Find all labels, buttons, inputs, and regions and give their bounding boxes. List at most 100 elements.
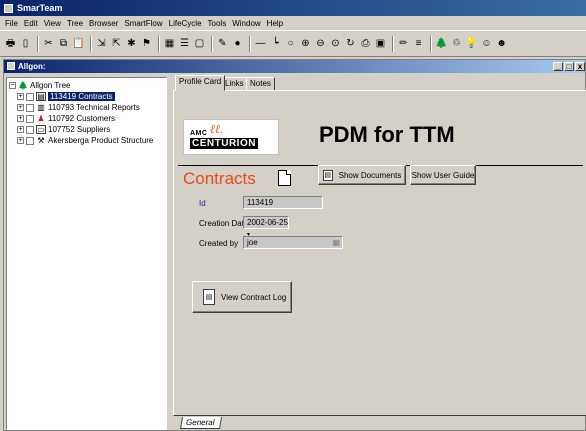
release-icon[interactable]: ✱ — [125, 37, 138, 50]
new-document-icon[interactable]: ▯ — [19, 37, 32, 50]
toolbar-separator — [37, 35, 39, 52]
user-icon[interactable]: ☺ — [480, 37, 493, 50]
tree-item-label[interactable]: 113419 Contracts — [48, 92, 115, 101]
grid-icon[interactable]: ▦ — [163, 37, 176, 50]
tree-item-checkbox[interactable] — [26, 92, 34, 101]
show-documents-button[interactable]: ▤ Show Documents — [318, 165, 406, 185]
edit-icon[interactable]: ✎ — [216, 37, 229, 50]
menu-lifecycle[interactable]: LifeCycle — [166, 19, 205, 28]
app-title: SmarTeam — [17, 3, 63, 13]
properties-icon[interactable]: ▣ — [374, 37, 387, 50]
creation-date-field[interactable]: 2002-06-25 ▾ — [243, 216, 289, 238]
menu-tools[interactable]: Tools — [205, 19, 230, 28]
pencil-icon[interactable]: ✏ — [397, 37, 410, 50]
child-window-title: Allgon: — [18, 62, 46, 71]
id-label: Id — [199, 199, 206, 208]
tab-general[interactable]: General — [179, 417, 223, 429]
toolbar-separator — [158, 35, 160, 52]
close-button[interactable]: x — [575, 62, 585, 71]
cut-icon[interactable]: ✂ — [42, 37, 55, 50]
centurion-logo: ℓℓ. AMC CENTURION — [183, 119, 279, 155]
menu-smartflow[interactable]: SmartFlow — [121, 19, 165, 28]
lifecycle-icon[interactable]: ♲ — [450, 37, 463, 50]
expand-icon[interactable]: + — [17, 115, 24, 122]
section-title: Contracts — [183, 169, 256, 188]
zoom-fit-icon[interactable]: ⊙ — [329, 37, 342, 50]
tree-item-technical-reports[interactable]: + ▥ 110793 Technical Reports — [17, 102, 140, 113]
tree-item-product-structure[interactable]: + ⚒ Akersberga Product Structure — [17, 135, 153, 146]
list-icon[interactable]: ≡ — [412, 37, 425, 50]
copy-icon[interactable]: ⧉ — [57, 37, 70, 50]
check-in-icon[interactable]: ⇲ — [95, 37, 108, 50]
tree-item-label[interactable]: Akersberga Product Structure — [48, 136, 153, 145]
expand-icon[interactable]: + — [17, 93, 24, 100]
logo-swirl-icon: ℓℓ. — [210, 122, 223, 136]
bulb-icon[interactable]: 💡 — [465, 37, 478, 50]
tree-item-label[interactable]: 110793 Technical Reports — [48, 103, 140, 112]
menu-help[interactable]: Help — [264, 19, 286, 28]
profile-pane: Profile Card Links Notes ℓℓ. AMC CENTURI… — [173, 73, 586, 430]
tree-item-customers[interactable]: + ♟ 110792 Customers — [17, 113, 115, 124]
tree-item-label[interactable]: 107752 Suppliers — [48, 125, 110, 134]
supplier-icon: ▭ — [36, 125, 46, 134]
info-icon[interactable]: ● — [231, 37, 244, 50]
table-icon[interactable]: ☰ — [178, 37, 191, 50]
tree-item-checkbox[interactable] — [26, 103, 34, 112]
toolbar-separator — [90, 35, 92, 52]
print-preview-icon[interactable]: ⎙ — [359, 37, 372, 50]
tab-profile-card[interactable]: Profile Card — [175, 75, 226, 91]
tree-root[interactable]: − 🌲 Allgon Tree — [9, 80, 70, 91]
maximize-button[interactable]: □ — [564, 62, 574, 71]
menu-tree[interactable]: Tree — [64, 19, 86, 28]
tree-pane[interactable]: − 🌲 Allgon Tree + ▤ 113419 Contracts + ▥… — [6, 77, 167, 430]
toolbar-separator — [249, 35, 251, 52]
tree-item-checkbox[interactable] — [26, 114, 34, 123]
creation-date-value: 2002-06-25 — [247, 218, 288, 227]
menu-bar: File Edit View Tree Browser SmartFlow Li… — [0, 16, 586, 30]
paste-icon[interactable]: 📋 — [72, 37, 85, 50]
menu-edit[interactable]: Edit — [21, 19, 41, 28]
tree-icon: 🌲 — [18, 81, 28, 90]
toolbar: 🖶 ▯ ✂ ⧉ 📋 ⇲ ⇱ ✱ ⚑ ▦ ☰ ▢ ✎ ● — ┕ ○ ⊕ ⊖ ⊙ … — [0, 30, 586, 57]
tree-root-label[interactable]: Allgon Tree — [30, 81, 70, 90]
toolbar-separator — [430, 35, 432, 52]
tree-item-checkbox[interactable] — [26, 125, 34, 134]
view-contract-log-label: View Contract Log — [221, 292, 287, 302]
tree-item-suppliers[interactable]: + ▭ 107752 Suppliers — [17, 124, 110, 135]
zoom-in-icon[interactable]: ⊕ — [299, 37, 312, 50]
minimize-button[interactable]: _ — [553, 62, 563, 71]
user-lookup-icon[interactable]: ▦ — [332, 237, 340, 248]
tree-item-label[interactable]: 110792 Customers — [48, 114, 115, 123]
tree-view-icon[interactable]: 🌲 — [435, 37, 448, 50]
line-icon[interactable]: — — [254, 37, 267, 50]
id-field[interactable]: 113419 — [243, 196, 323, 209]
menu-window[interactable]: Window — [229, 19, 263, 28]
bottom-tab-bar: General — [173, 417, 586, 430]
node-icon[interactable]: ○ — [284, 37, 297, 50]
check-out-icon[interactable]: ⇱ — [110, 37, 123, 50]
tree-item-contracts[interactable]: + ▤ 113419 Contracts — [17, 91, 115, 102]
window-icon[interactable]: ▢ — [193, 37, 206, 50]
menu-file[interactable]: File — [2, 19, 21, 28]
created-by-field[interactable]: joe ▦ — [243, 236, 343, 249]
tab-notes[interactable]: Notes — [246, 77, 275, 91]
print-icon[interactable]: 🖶 — [4, 37, 17, 50]
expand-icon[interactable]: + — [17, 126, 24, 133]
flag-icon[interactable]: ⚑ — [140, 37, 153, 50]
logo-text-centurion: CENTURION — [190, 138, 258, 149]
tree-item-checkbox[interactable] — [26, 136, 34, 145]
pane-splitter[interactable] — [168, 77, 172, 430]
view-contract-log-button[interactable]: ▤ View Contract Log — [192, 281, 292, 313]
user-settings-icon[interactable]: ☻ — [495, 37, 508, 50]
menu-browser[interactable]: Browser — [86, 19, 121, 28]
document-icon[interactable] — [278, 170, 291, 186]
branch-icon[interactable]: ┕ — [269, 37, 282, 50]
collapse-icon[interactable]: − — [9, 82, 16, 89]
menu-view[interactable]: View — [41, 19, 64, 28]
refresh-icon[interactable]: ↻ — [344, 37, 357, 50]
child-window-title-bar: Allgon: _ □ x — [4, 60, 585, 73]
show-user-guide-button[interactable]: Show User Guide — [410, 165, 476, 185]
zoom-out-icon[interactable]: ⊖ — [314, 37, 327, 50]
expand-icon[interactable]: + — [17, 137, 24, 144]
expand-icon[interactable]: + — [17, 104, 24, 111]
